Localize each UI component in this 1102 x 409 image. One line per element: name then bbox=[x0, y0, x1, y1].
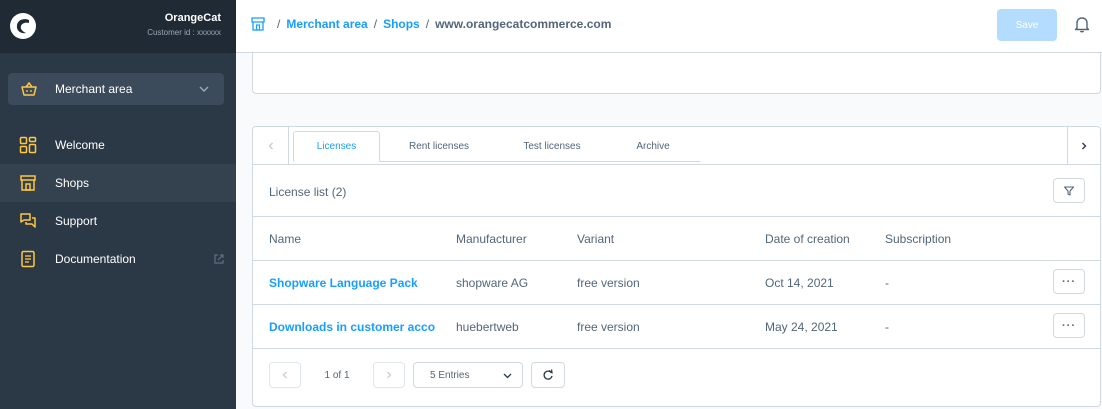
sidebar: OrangeCat Customer id : xxxxxx Merchant … bbox=[0, 0, 236, 409]
org-info: OrangeCat Customer id : xxxxxx bbox=[147, 12, 221, 39]
sidebar-item-label: Documentation bbox=[55, 252, 136, 266]
pagination: 1 of 1 5 Entries bbox=[269, 362, 565, 388]
next-page-button[interactable] bbox=[373, 362, 405, 388]
date-cell: Oct 14, 2021 bbox=[765, 275, 834, 290]
sidebar-item-label: Welcome bbox=[55, 138, 105, 152]
entries-per-page-select[interactable]: 5 Entries bbox=[413, 362, 523, 388]
breadcrumb-separator: / bbox=[425, 17, 430, 31]
tab-rent-licenses[interactable]: Rent licenses bbox=[380, 131, 498, 161]
column-header-name[interactable]: Name bbox=[269, 217, 435, 260]
document-icon bbox=[21, 250, 35, 268]
breadcrumb-separator: / bbox=[277, 17, 281, 31]
manufacturer-cell: shopware AG bbox=[456, 275, 529, 290]
column-header-date[interactable]: Date of creation bbox=[765, 217, 875, 260]
license-card: Licenses Rent licenses Test licenses Arc… bbox=[252, 126, 1101, 407]
breadcrumb-merchant-area[interactable]: Merchant area bbox=[286, 17, 367, 31]
breadcrumb-separator: / bbox=[373, 17, 378, 31]
chevron-right-icon bbox=[387, 371, 392, 379]
basket-icon bbox=[21, 81, 37, 96]
sidebar-item-label: Shops bbox=[55, 176, 90, 190]
sidebar-item-label: Support bbox=[55, 214, 98, 228]
grid-icon bbox=[19, 136, 37, 154]
sidebar-nav: Welcome Shops Support Documentation bbox=[0, 126, 236, 278]
chevron-left-icon bbox=[282, 371, 287, 379]
refresh-button[interactable] bbox=[531, 362, 565, 388]
page-info: 1 of 1 bbox=[324, 369, 350, 381]
org-name: OrangeCat bbox=[164, 12, 221, 24]
entries-per-page-value: 5 Entries bbox=[430, 369, 470, 381]
previous-page-button[interactable] bbox=[269, 362, 301, 388]
merchant-area-label: Merchant area bbox=[55, 82, 133, 96]
tab-scroll-right-button[interactable] bbox=[1067, 127, 1100, 164]
chevron-right-icon bbox=[1082, 142, 1087, 149]
tab-scroll-left-button[interactable] bbox=[253, 127, 289, 164]
column-header-manufacturer[interactable]: Manufacturer bbox=[456, 217, 566, 260]
tab-test-licenses[interactable]: Test licenses bbox=[498, 131, 606, 161]
bell-icon[interactable] bbox=[1073, 15, 1091, 33]
tab-licenses[interactable]: Licenses bbox=[293, 131, 380, 162]
license-name-link[interactable]: Downloads in customer accou... bbox=[269, 305, 435, 348]
subscription-cell: - bbox=[885, 275, 889, 290]
table-header-row: Name Manufacturer Variant Date of creati… bbox=[253, 217, 1100, 261]
tab-bar: Licenses Rent licenses Test licenses Arc… bbox=[253, 127, 1100, 165]
license-count: (2) bbox=[331, 185, 347, 199]
customer-id: Customer id : xxxxxx bbox=[147, 28, 221, 37]
variant-cell: free version bbox=[577, 319, 640, 334]
chevron-down-icon bbox=[199, 86, 209, 92]
date-cell: May 24, 2021 bbox=[765, 319, 838, 334]
top-bar: / Merchant area / Shops / www.orangecatc… bbox=[236, 0, 1102, 53]
row-actions-button[interactable]: ··· bbox=[1053, 313, 1085, 338]
subscription-cell: - bbox=[885, 319, 889, 334]
external-link-icon bbox=[214, 254, 224, 264]
manufacturer-cell: huebertweb bbox=[456, 319, 519, 334]
variant-cell: free version bbox=[577, 275, 640, 290]
chat-icon bbox=[20, 213, 36, 228]
shopware-logo-icon[interactable] bbox=[9, 12, 37, 40]
column-header-subscription[interactable]: Subscription bbox=[885, 217, 965, 260]
license-list-title: License list bbox=[269, 185, 329, 199]
tab-list: Licenses Rent licenses Test licenses Arc… bbox=[293, 131, 700, 162]
filter-icon bbox=[1063, 185, 1075, 196]
sidebar-item-shops[interactable]: Shops bbox=[0, 164, 236, 202]
filter-button[interactable] bbox=[1053, 178, 1085, 203]
chevron-left-icon bbox=[268, 142, 273, 149]
breadcrumb-current: www.orangecatcommerce.com bbox=[435, 17, 612, 31]
storefront-icon bbox=[20, 175, 36, 191]
chevron-down-icon bbox=[503, 373, 512, 379]
license-name-link[interactable]: Shopware Language Pack bbox=[269, 261, 435, 304]
table-row: Shopware Language Pack shopware AG free … bbox=[253, 261, 1100, 305]
sidebar-header: OrangeCat Customer id : xxxxxx bbox=[0, 0, 236, 53]
breadcrumb-shops[interactable]: Shops bbox=[383, 17, 420, 31]
column-header-variant[interactable]: Variant bbox=[577, 217, 747, 260]
sidebar-item-documentation[interactable]: Documentation bbox=[0, 240, 236, 278]
save-button[interactable]: Save bbox=[997, 9, 1057, 41]
storefront-icon[interactable] bbox=[251, 17, 265, 31]
table-row: Downloads in customer accou... huebertwe… bbox=[253, 305, 1100, 349]
sidebar-item-welcome[interactable]: Welcome bbox=[0, 126, 236, 164]
license-table: Name Manufacturer Variant Date of creati… bbox=[253, 216, 1100, 349]
sidebar-item-support[interactable]: Support bbox=[0, 202, 236, 240]
tab-archive[interactable]: Archive bbox=[606, 131, 700, 161]
breadcrumb: / Merchant area / Shops / www.orangecatc… bbox=[251, 17, 611, 31]
merchant-area-selector[interactable]: Merchant area bbox=[8, 73, 224, 105]
shop-info-card bbox=[252, 53, 1101, 94]
refresh-icon bbox=[543, 369, 553, 380]
license-list-heading: License list (2) bbox=[269, 185, 346, 199]
row-actions-button[interactable]: ··· bbox=[1053, 269, 1085, 294]
